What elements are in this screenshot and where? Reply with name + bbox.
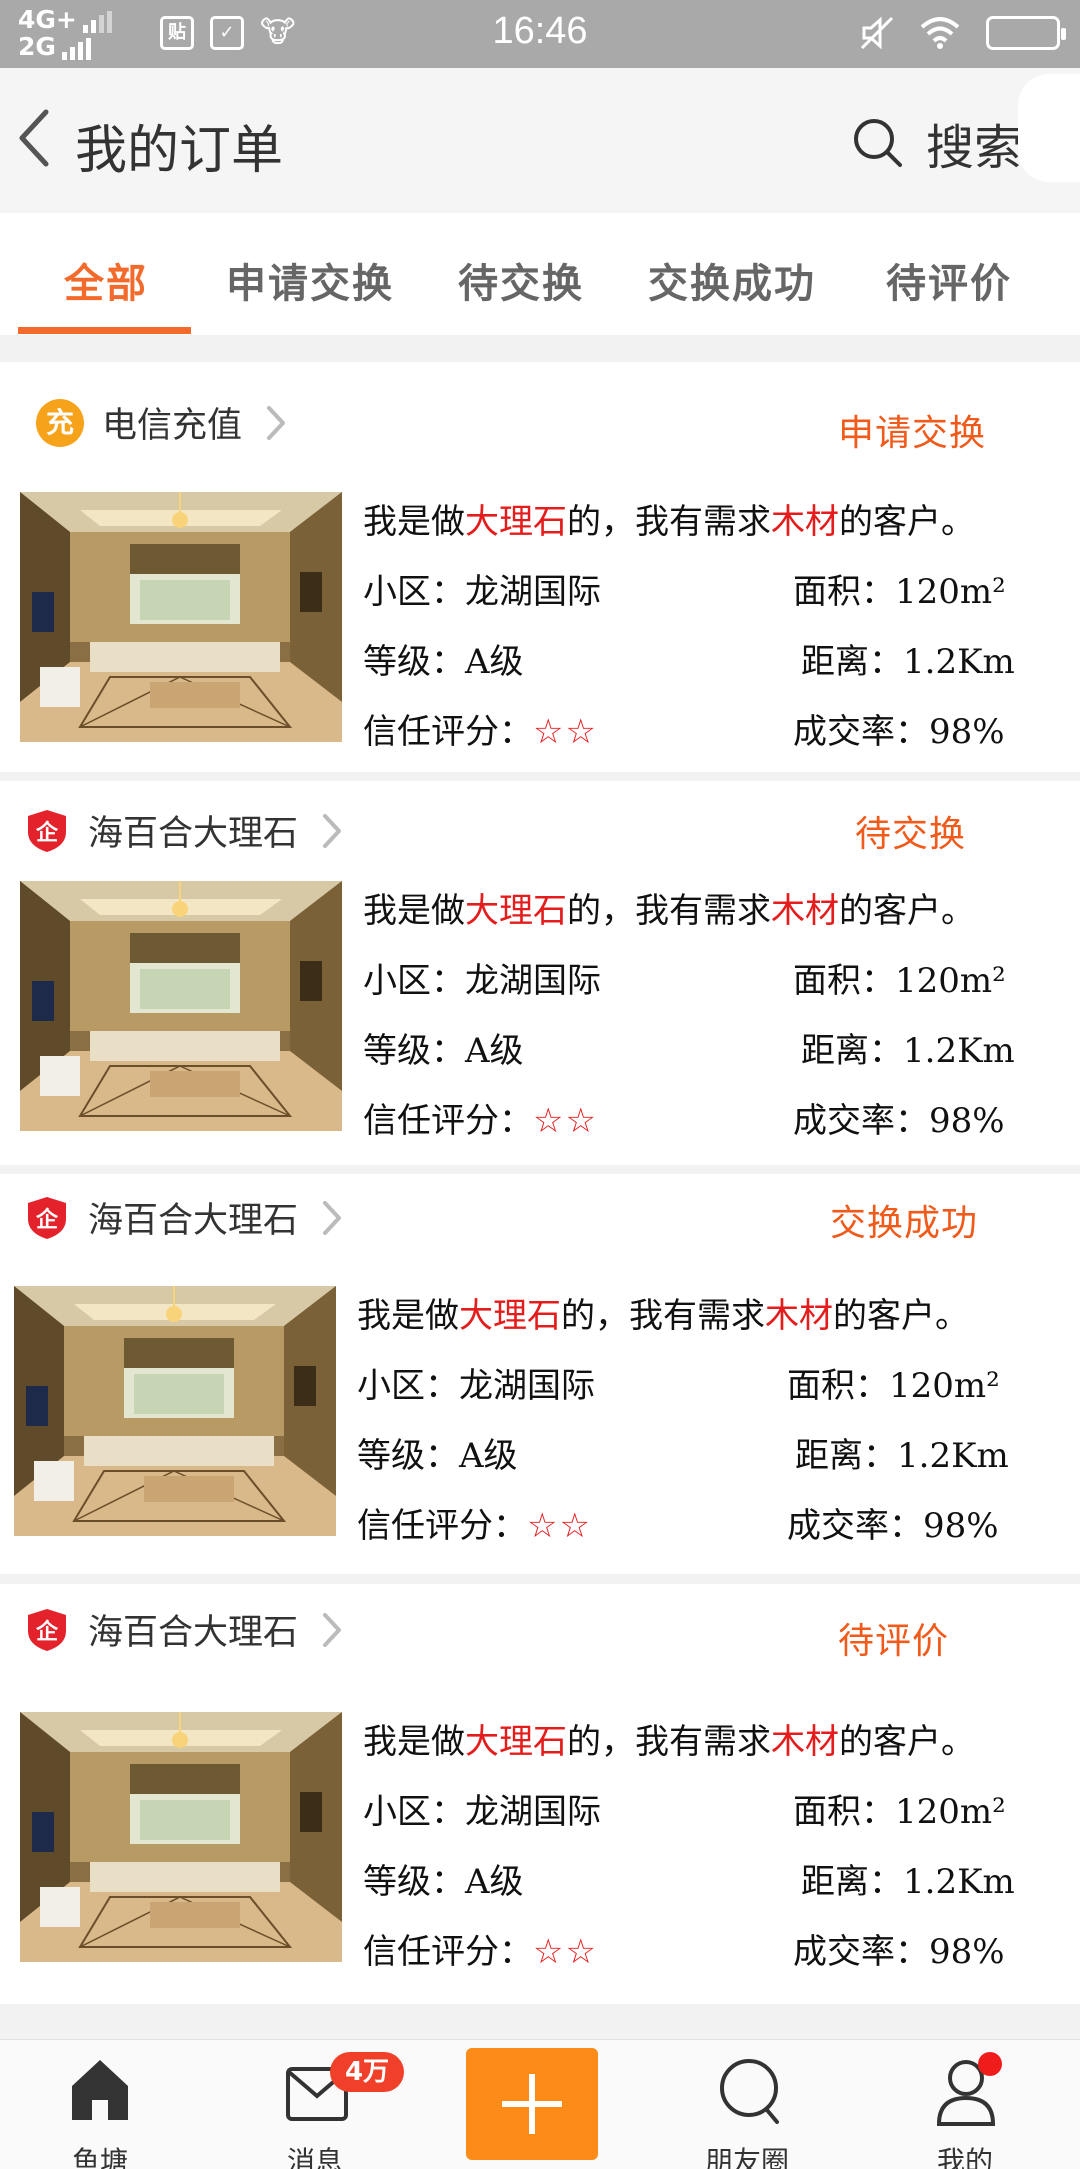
shop-link[interactable]: 充 电信充值 — [36, 397, 288, 448]
deal-rate-text: 成交率：98% — [787, 1506, 999, 1546]
nav-label-home: 鱼塘 — [71, 2145, 128, 2169]
enterprise-badge-icon — [24, 1195, 70, 1241]
deal-rate-text: 成交率：98% — [793, 712, 1005, 752]
community-text: 小区：龙湖国际 — [363, 572, 601, 612]
shop-name: 电信充值 — [102, 406, 243, 446]
shop-link[interactable]: 海百合大理石 — [24, 1604, 344, 1655]
tab-pending-exchange[interactable]: 待交换 — [458, 251, 584, 309]
order-card[interactable]: 海百合大理石 待评价 我是做大理石的，我有需求木材的客户。 小区：龙湖国际 面积… — [0, 1584, 1080, 2004]
deal-rate-text: 成交率：98% — [793, 1932, 1005, 1972]
order-status: 待评价 — [838, 1621, 950, 1662]
message-count-badge: 4万 — [330, 2052, 404, 2092]
nav-item-moments[interactable]: 朋友圈 — [682, 2040, 812, 2169]
community-text: 小区：龙湖国际 — [363, 961, 601, 1001]
grade-text: 等级：A级 — [363, 1031, 524, 1071]
shop-link[interactable]: 海百合大理石 — [24, 805, 344, 856]
order-info: 我是做大理石的，我有需求木材的客户。 小区：龙湖国际 面积：120m² 等级：A… — [357, 1288, 1037, 1546]
area-text: 面积：120m² — [793, 572, 1006, 612]
order-description: 我是做大理石的，我有需求木材的客户。 — [357, 1296, 969, 1336]
trust-score: 信任评分：☆☆ — [357, 1506, 592, 1546]
order-tabs: 全部 申请交换 待交换 交换成功 待评价 — [0, 213, 1080, 335]
shop-name: 海百合大理石 — [88, 1613, 299, 1653]
distance-text: 距离：1.2Km — [801, 1862, 1015, 1902]
shop-name: 海百合大理石 — [88, 1201, 299, 1241]
order-card[interactable]: 充 电信充值 申请交换 我是做大理石的，我有需求木材的客户。 小区：龙湖国际 面… — [0, 362, 1080, 772]
distance-text: 距离：1.2Km — [795, 1436, 1009, 1476]
order-card[interactable]: 海百合大理石 交换成功 我是做大理石的，我有需求木材的客户。 小区：龙湖国际 面… — [0, 1174, 1080, 1574]
distance-text: 距离：1.2Km — [801, 1031, 1015, 1071]
grade-text: 等级：A级 — [363, 1862, 524, 1902]
area-text: 面积：120m² — [793, 961, 1006, 1001]
deal-rate-text: 成交率：98% — [793, 1101, 1005, 1141]
nav-label-profile: 我的 — [936, 2145, 993, 2169]
add-button[interactable] — [466, 2048, 598, 2160]
back-arrow-icon[interactable] — [10, 98, 60, 178]
page-title: 我的订单 — [75, 121, 284, 181]
tab-apply-exchange[interactable]: 申请交换 — [226, 251, 394, 309]
order-status: 申请交换 — [838, 413, 987, 454]
order-card[interactable]: 海百合大理石 待交换 我是做大理石的，我有需求木材的客户。 小区：龙湖国际 面积… — [0, 781, 1080, 1165]
order-status: 交换成功 — [830, 1203, 979, 1244]
status-bar: 4G+ 2G 贴 ✓ 🐮 16:46 — [0, 0, 1080, 68]
profile-notification-dot — [978, 2052, 1002, 2076]
chevron-right-icon — [320, 811, 344, 851]
product-image[interactable] — [20, 492, 342, 742]
chevron-right-icon — [264, 403, 288, 443]
bottom-nav: 鱼塘 消息 4万 朋友圈 我的 — [0, 2039, 1080, 2169]
search-label: 搜索 — [925, 120, 1022, 176]
tab-exchange-success[interactable]: 交换成功 — [648, 251, 816, 309]
star-rating-icon: ☆☆ — [533, 712, 598, 752]
trust-score: 信任评分：☆☆ — [363, 712, 598, 752]
search-icon — [853, 119, 902, 167]
search-circle-icon — [720, 2059, 779, 2124]
wifi-icon — [920, 17, 960, 49]
recharge-logo-icon: 充 — [36, 398, 84, 447]
order-description: 我是做大理石的，我有需求木材的客户。 — [363, 1722, 975, 1762]
app-header: 我的订单 搜索 — [0, 68, 1080, 213]
order-description: 我是做大理石的，我有需求木材的客户。 — [363, 502, 975, 542]
product-image[interactable] — [14, 1286, 336, 1536]
community-text: 小区：龙湖国际 — [357, 1366, 595, 1406]
tab-all[interactable]: 全部 — [64, 251, 148, 309]
grade-text: 等级：A级 — [357, 1436, 518, 1476]
system-icons — [860, 16, 1066, 50]
distance-text: 距离：1.2Km — [801, 642, 1015, 682]
trust-score: 信任评分：☆☆ — [363, 1932, 598, 1972]
enterprise-badge-icon — [24, 808, 70, 854]
area-text: 面积：120m² — [787, 1366, 1000, 1406]
floating-handle[interactable] — [1018, 74, 1080, 182]
mute-icon — [860, 16, 894, 50]
star-rating-icon: ☆☆ — [527, 1506, 592, 1546]
nav-item-profile[interactable]: 我的 — [900, 2040, 1030, 2169]
home-icon — [72, 2060, 128, 2120]
star-rating-icon: ☆☆ — [533, 1932, 598, 1972]
product-image[interactable] — [20, 1712, 342, 1962]
shop-name: 海百合大理石 — [88, 814, 299, 854]
tab-pending-review[interactable]: 待评价 — [886, 251, 1012, 309]
order-info: 我是做大理石的，我有需求木材的客户。 小区：龙湖国际 面积：120m² 等级：A… — [363, 494, 1043, 752]
chevron-right-icon — [320, 1198, 344, 1238]
order-info: 我是做大理石的，我有需求木材的客户。 小区：龙湖国际 面积：120m² 等级：A… — [363, 883, 1043, 1141]
order-status: 待交换 — [855, 814, 967, 855]
order-info: 我是做大理石的，我有需求木材的客户。 小区：龙湖国际 面积：120m² 等级：A… — [363, 1714, 1043, 1972]
shop-link[interactable]: 海百合大理石 — [24, 1192, 344, 1243]
grade-text: 等级：A级 — [363, 642, 524, 682]
search-button[interactable]: 搜索 — [852, 108, 1022, 178]
order-description: 我是做大理石的，我有需求木材的客户。 — [363, 891, 975, 931]
community-text: 小区：龙湖国际 — [363, 1792, 601, 1832]
nav-item-home[interactable]: 鱼塘 — [35, 2040, 165, 2169]
trust-score: 信任评分：☆☆ — [363, 1101, 598, 1141]
nav-label-messages: 消息 — [286, 2145, 343, 2169]
battery-icon — [986, 16, 1066, 50]
area-text: 面积：120m² — [793, 1792, 1006, 1832]
enterprise-badge-icon — [24, 1607, 70, 1653]
nav-label-moments: 朋友圈 — [704, 2145, 789, 2169]
product-image[interactable] — [20, 881, 342, 1131]
active-tab-indicator — [18, 327, 191, 334]
chevron-right-icon — [320, 1610, 344, 1650]
star-rating-icon: ☆☆ — [533, 1101, 598, 1141]
